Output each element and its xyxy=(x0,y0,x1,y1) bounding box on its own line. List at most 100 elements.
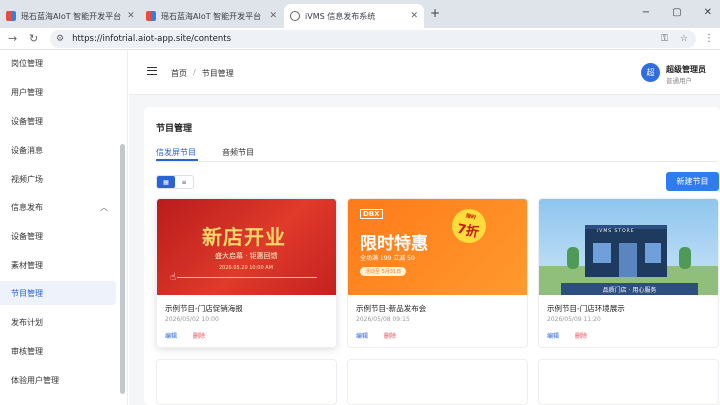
thumb-headline: 新店开业 xyxy=(202,225,286,249)
delete-link[interactable]: 删除 xyxy=(575,331,587,340)
edit-link[interactable]: 编辑 xyxy=(547,331,559,340)
sidebar-item-programs[interactable]: 节目管理 xyxy=(0,281,116,305)
breadcrumb: 首页 / 节目管理 xyxy=(171,68,234,79)
browser-tab-1[interactable]: 瑶石蓝海AIoT 智能开发平台 ✕ xyxy=(0,4,140,28)
page-header: 首页 / 节目管理 超 超级管理员 普通用户 xyxy=(129,50,720,95)
breadcrumb-current: 节目管理 xyxy=(201,69,234,78)
list-view-icon[interactable]: ≡ xyxy=(175,176,193,188)
star-icon[interactable]: ☆ xyxy=(680,34,688,44)
program-card[interactable] xyxy=(347,359,528,405)
sidebar-scrollbar[interactable] xyxy=(120,144,125,394)
tab-title: 瑶石蓝海AIoT 智能开发平台 xyxy=(161,11,262,21)
thumb-banner: 品质门店 · 用心服务 xyxy=(561,283,698,295)
program-thumbnail[interactable]: 新店开业 盛大启幕 · 钜惠回馈 2026.05.20 10:00 AM ☝ xyxy=(157,199,336,295)
store-window xyxy=(593,243,611,263)
sidebar-item-label: 素材管理 xyxy=(11,260,43,270)
program-card[interactable] xyxy=(156,359,337,405)
thumb-headline: 限时特惠 xyxy=(360,234,428,254)
thumb-date: 2026.05.20 10:00 AM xyxy=(219,265,273,271)
sidebar-item-devices[interactable]: 设备管理 xyxy=(0,109,116,133)
close-window-icon[interactable]: ✕ xyxy=(704,7,712,18)
tab-divider xyxy=(156,161,718,162)
address-bar[interactable]: ⚙ https://infotrial.aiot-app.site/conten… xyxy=(50,30,696,48)
sidebar-item-trial-users[interactable]: 体验用户管理 xyxy=(0,368,116,392)
menu-kebab-icon[interactable]: ⋮ xyxy=(704,33,714,44)
sidebar-item-label: 设备管理 xyxy=(11,231,43,241)
program-card[interactable] xyxy=(538,359,719,405)
new-program-button[interactable]: 新建节目 xyxy=(666,172,719,191)
sidebar-item-info-publish[interactable]: 信息发布 ︿ xyxy=(0,195,116,219)
thumb-logo: DBX xyxy=(360,209,383,219)
sidebar-item-label: 审核管理 xyxy=(11,346,43,356)
sidebar-item-device-messages[interactable]: 设备消息 xyxy=(0,138,116,162)
tab-screen-programs[interactable]: 信发屏节目 xyxy=(156,147,196,158)
program-card[interactable]: 新店开业 盛大启幕 · 钜惠回馈 2026.05.20 10:00 AM ☝ 示… xyxy=(156,198,337,348)
menu-toggle-icon[interactable] xyxy=(147,67,157,75)
store-sign: iVMS STORE xyxy=(597,229,635,234)
sidebar-item-device-management[interactable]: 设备管理 xyxy=(0,224,116,248)
card-date: 2026/05/02 10:00 xyxy=(165,316,219,323)
program-card[interactable]: DBX 限时特惠 全场满 199 立减 50 活动至 5月31日 限时 7折 示… xyxy=(347,198,528,348)
breadcrumb-home[interactable]: 首页 xyxy=(171,68,187,79)
user-name[interactable]: 超级管理员 xyxy=(666,64,706,75)
sidebar-item-label: 岗位管理 xyxy=(11,58,43,68)
close-icon[interactable]: ✕ xyxy=(121,11,135,21)
sidebar-item-label: 发布计划 xyxy=(11,317,43,327)
sidebar-item-reviews[interactable]: 审核管理 xyxy=(0,339,116,363)
browser-tab-3[interactable]: iVMS 信息发布系统 ✕ xyxy=(284,4,424,28)
user-role: 普通用户 xyxy=(666,77,692,85)
sidebar-item-label: 视频广场 xyxy=(11,174,43,184)
program-card[interactable]: iVMS STORE 品质门店 · 用心服务 示例节目-门店环境展示 2026/… xyxy=(538,198,719,348)
breadcrumb-separator: / xyxy=(193,68,196,77)
card-date: 2026/05/09 11:20 xyxy=(547,316,601,323)
key-icon[interactable]: ⚿ xyxy=(661,34,668,44)
page-title: 节目管理 xyxy=(156,124,193,134)
tree-icon xyxy=(679,247,691,269)
maximize-icon[interactable]: ▢ xyxy=(672,7,681,18)
chevron-up-icon: ︿ xyxy=(100,202,108,212)
sidebar-item-publish-plans[interactable]: 发布计划 xyxy=(0,310,116,334)
minimize-icon[interactable]: − xyxy=(642,7,650,18)
program-thumbnail[interactable]: iVMS STORE 品质门店 · 用心服务 xyxy=(539,199,718,295)
active-tab-indicator xyxy=(156,159,198,161)
store-window xyxy=(645,243,661,263)
pointer-cursor-icon: ☝ xyxy=(170,272,177,283)
thumb-offer: 全场满 199 立减 50 xyxy=(360,255,415,262)
sidebar-item-positions[interactable]: 岗位管理 xyxy=(0,51,116,75)
discount-badge: 限时 7折 xyxy=(448,205,490,247)
app-logo-icon xyxy=(6,11,16,21)
store-door xyxy=(619,243,637,277)
sidebar-item-label: 设备管理 xyxy=(11,116,43,126)
tab-title: iVMS 信息发布系统 xyxy=(305,11,376,21)
sidebar-item-materials[interactable]: 素材管理 xyxy=(0,253,116,277)
close-icon[interactable]: ✕ xyxy=(263,11,277,21)
tree-icon xyxy=(567,247,579,269)
thumb-pill: 活动至 5月31日 xyxy=(360,267,407,276)
tab-audio-programs[interactable]: 音频节目 xyxy=(222,147,254,158)
tab-title: 瑶石蓝海AIoT 智能开发平台 xyxy=(21,11,122,21)
delete-link[interactable]: 删除 xyxy=(193,331,205,340)
avatar[interactable]: 超 xyxy=(641,63,660,82)
program-thumbnail[interactable]: DBX 限时特惠 全场满 199 立减 50 活动至 5月31日 限时 7折 xyxy=(348,199,527,295)
browser-tab-2[interactable]: 瑶石蓝海AIoT 智能开发平台 ✕ xyxy=(140,4,283,28)
url-text: https://infotrial.aiot-app.site/contents xyxy=(72,34,232,44)
card-date: 2026/05/08 09:15 xyxy=(356,316,410,323)
site-settings-icon[interactable]: ⚙ xyxy=(56,34,64,44)
close-icon[interactable]: ✕ xyxy=(404,11,418,21)
grid-view-icon[interactable]: ▦ xyxy=(157,176,175,188)
program-panel: 节目管理 信发屏节目 音频节目 ▦ ≡ 新建节目 新店开业 盛大启幕 · 钜惠回… xyxy=(144,107,720,405)
app-logo-icon xyxy=(146,11,156,21)
sidebar-item-users[interactable]: 用户管理 xyxy=(0,80,116,104)
edit-link[interactable]: 编辑 xyxy=(165,331,177,340)
sidebar-item-label: 设备消息 xyxy=(11,145,43,155)
forward-arrow-icon[interactable]: → xyxy=(8,32,17,45)
sidebar-item-video-plaza[interactable]: 视频广场 xyxy=(0,167,116,191)
window-controls: − ▢ ✕ xyxy=(642,7,712,18)
edit-link[interactable]: 编辑 xyxy=(356,331,368,340)
delete-link[interactable]: 删除 xyxy=(384,331,396,340)
sidebar-item-label: 信息发布 xyxy=(11,202,43,212)
sidebar-item-label: 用户管理 xyxy=(11,87,43,97)
reload-icon[interactable]: ↻ xyxy=(29,32,38,45)
new-tab-button[interactable]: + xyxy=(430,6,440,20)
sidebar-item-label: 体验用户管理 xyxy=(11,375,59,385)
